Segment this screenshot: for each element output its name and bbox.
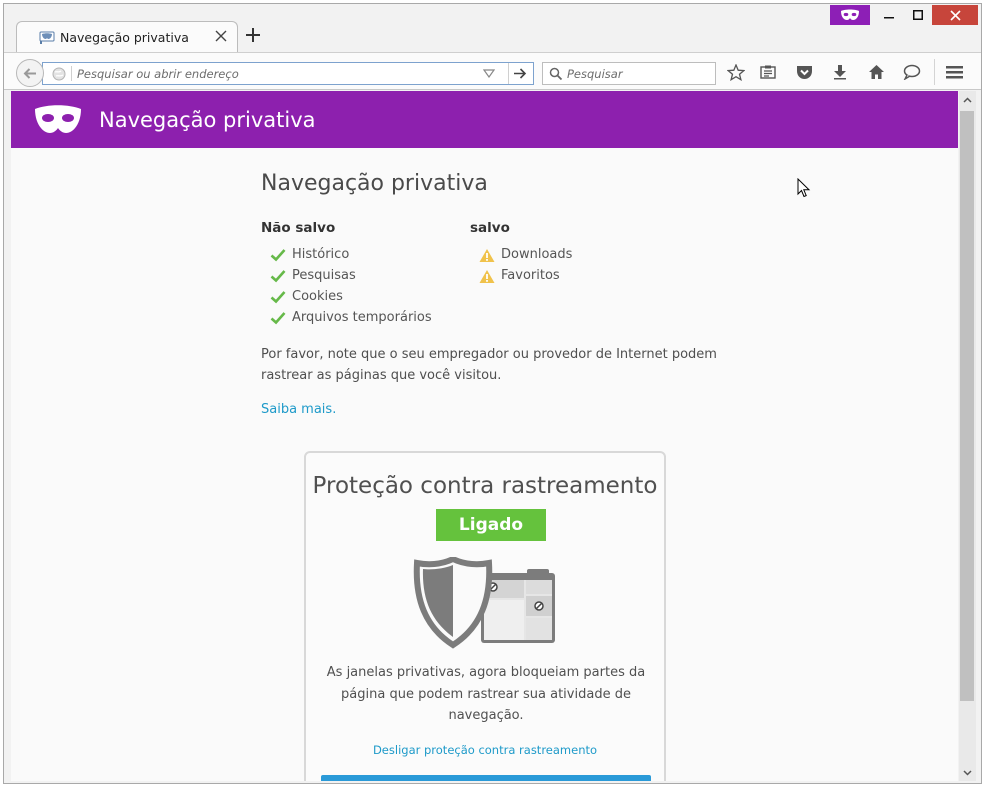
private-browsing-header: Navegação privativa xyxy=(11,91,958,148)
status-badge: Ligado xyxy=(436,509,546,541)
bookmark-star-button[interactable] xyxy=(726,63,746,81)
privacy-note: Por favor, note que o seu empregador ou … xyxy=(261,347,717,383)
warning-icon xyxy=(479,270,495,283)
tracking-protection-title: Proteção contra rastreamento xyxy=(312,473,658,499)
home-button[interactable] xyxy=(866,63,886,81)
not-saved-heading: Não salvo xyxy=(261,220,336,236)
go-separator xyxy=(508,63,509,84)
disable-tracking-protection-link[interactable]: Desligar proteção contra rastreamento xyxy=(306,743,664,757)
reading-list-icon xyxy=(760,65,776,79)
new-tab-icon[interactable] xyxy=(246,28,260,42)
not-saved-item: Arquivos temporários xyxy=(292,310,432,325)
bookmark-star-icon xyxy=(727,63,745,81)
titlebar: Navegação privativa xyxy=(4,4,981,53)
not-saved-item: Pesquisas xyxy=(292,268,356,283)
saved-heading: salvo xyxy=(470,220,510,236)
go-icon[interactable] xyxy=(513,67,527,80)
downloads-button[interactable] xyxy=(830,63,850,81)
scrollbar-thumb[interactable] xyxy=(960,111,974,701)
tab-title: Navegação privativa xyxy=(60,30,189,45)
checkmark-icon xyxy=(270,270,286,283)
checkmark-icon xyxy=(270,291,286,304)
page-content: Navegação privativa Navegação privativa … xyxy=(11,91,958,781)
search-input[interactable] xyxy=(567,64,707,83)
search-bar[interactable] xyxy=(542,62,716,85)
chat-icon xyxy=(903,64,921,80)
page-title: Navegação privativa xyxy=(261,171,488,196)
menu-button[interactable] xyxy=(944,63,964,81)
vertical-scrollbar[interactable] xyxy=(959,91,976,781)
tab-private-browsing[interactable]: Navegação privativa xyxy=(16,21,238,53)
menu-icon xyxy=(945,66,963,79)
not-saved-item: Histórico xyxy=(292,247,350,262)
mouse-cursor-icon xyxy=(797,178,811,198)
identity-icon[interactable] xyxy=(52,67,66,81)
private-mask-icon xyxy=(841,9,859,20)
toolbar-separator xyxy=(934,59,935,85)
minimize-button[interactable] xyxy=(874,5,904,25)
saved-item: Downloads xyxy=(501,247,573,262)
tracking-protection-card: Proteção contra rastreamento Ligado As j… xyxy=(304,451,666,781)
navigation-toolbar xyxy=(4,52,981,90)
download-icon xyxy=(834,65,846,80)
learn-more-link[interactable]: Saiba mais. xyxy=(261,402,336,417)
url-bar[interactable] xyxy=(42,62,534,85)
tracking-protection-description: As janelas privativas, agora bloqueiam p… xyxy=(326,665,646,723)
tab-close-icon[interactable] xyxy=(215,30,227,42)
private-tab-favicon-icon xyxy=(39,31,55,44)
scroll-down-button[interactable] xyxy=(959,764,976,781)
dropmarker-icon[interactable] xyxy=(483,69,495,78)
browser-window: Navegação privativa Pesquisar ou abrir e… xyxy=(3,3,982,784)
chevron-up-icon xyxy=(963,96,972,103)
pocket-icon xyxy=(796,65,812,79)
header-title: Navegação privativa xyxy=(99,108,316,132)
reading-list-button[interactable] xyxy=(758,63,778,81)
search-icon[interactable] xyxy=(549,67,563,81)
checkmark-icon xyxy=(270,312,286,325)
not-saved-item: Cookies xyxy=(292,289,343,304)
warning-icon xyxy=(479,249,495,262)
maximize-button[interactable] xyxy=(904,5,932,25)
tracking-protection-button[interactable] xyxy=(321,775,651,781)
url-input[interactable] xyxy=(77,64,477,83)
checkmark-icon xyxy=(270,249,286,262)
private-browsing-indicator xyxy=(830,5,870,25)
private-mask-icon xyxy=(35,105,81,133)
close-icon xyxy=(949,9,961,21)
saved-item: Favoritos xyxy=(501,268,560,283)
home-icon xyxy=(868,65,884,79)
url-separator xyxy=(71,66,72,81)
scroll-up-button[interactable] xyxy=(959,91,976,108)
back-icon xyxy=(23,67,36,79)
back-button[interactable] xyxy=(16,59,44,87)
minimize-icon xyxy=(884,17,894,19)
tracking-shield-illustration xyxy=(413,557,555,649)
close-window-button[interactable] xyxy=(932,5,978,25)
chat-button[interactable] xyxy=(902,63,922,81)
chevron-down-icon xyxy=(963,769,972,776)
maximize-icon xyxy=(913,10,923,20)
pocket-button[interactable] xyxy=(794,63,814,81)
